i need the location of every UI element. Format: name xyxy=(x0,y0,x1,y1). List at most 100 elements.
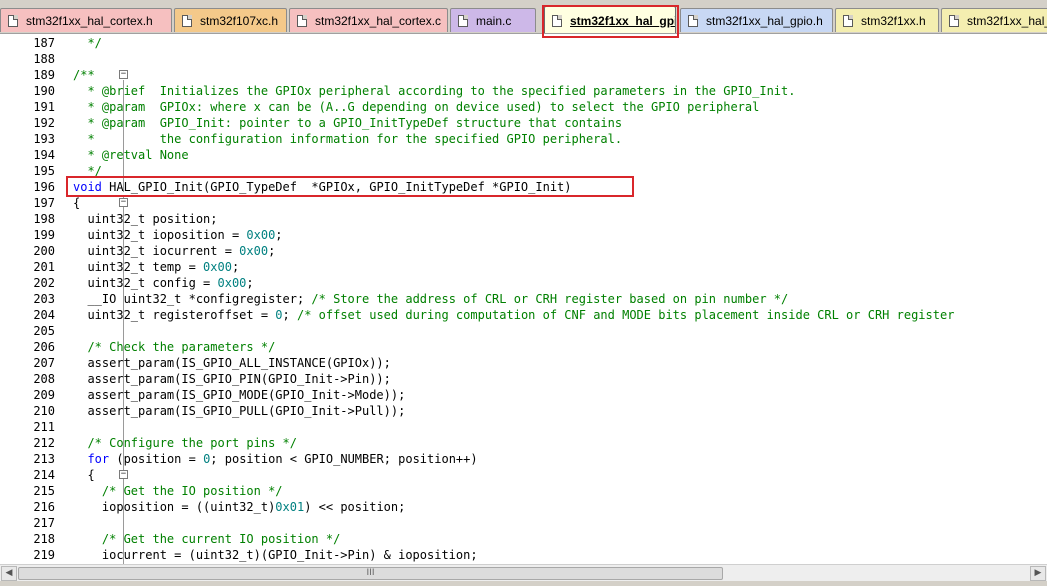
code-token: assert_param(IS_GPIO_ALL_INSTANCE(GPIOx)… xyxy=(73,356,391,370)
editor-tab[interactable]: stm32f1xx.h xyxy=(835,8,939,32)
code-text[interactable]: ioposition = ((uint32_t)0x01) << positio… xyxy=(73,499,405,515)
line-number: 210 xyxy=(33,404,55,418)
code-text[interactable]: /* Get the IO position */ xyxy=(73,483,283,499)
line-number: 198 xyxy=(33,212,55,226)
code-line: 212 /* Configure the port pins */ xyxy=(0,435,1047,451)
code-comment: /* Store the address of CRL or CRH regis… xyxy=(311,292,789,306)
code-text[interactable]: /* Configure the port pins */ xyxy=(73,435,297,451)
code-line: 215 /* Get the IO position */ xyxy=(0,483,1047,499)
code-text[interactable]: */ xyxy=(73,35,101,51)
line-number: 200 xyxy=(33,244,55,258)
line-number: 190 xyxy=(33,84,55,98)
code-text[interactable]: uint32_t config = 0x00; xyxy=(73,275,253,291)
line-number: 216 xyxy=(33,500,55,514)
code-text[interactable]: */ xyxy=(73,163,101,179)
scroll-right-icon[interactable]: ▶ xyxy=(1030,566,1046,581)
line-number: 192 xyxy=(33,116,55,130)
code-text[interactable]: uint32_t registeroffset = 0; /* offset u… xyxy=(73,307,954,323)
code-line: 205 xyxy=(0,323,1047,339)
editor-tab[interactable]: stm32f1xx_hal_cortex.c xyxy=(289,8,448,32)
code-text[interactable]: iocurrent = (uint32_t)(GPIO_Init->Pin) &… xyxy=(73,547,478,563)
code-text[interactable]: /** xyxy=(73,67,95,83)
line-number: 214 xyxy=(33,468,55,482)
code-comment: /* Check the parameters */ xyxy=(73,340,276,354)
code-line: 203 __IO uint32_t *configregister; /* St… xyxy=(0,291,1047,307)
code-comment: /* Get the current IO position */ xyxy=(73,532,341,546)
horizontal-scrollbar[interactable]: ◀ III ▶ xyxy=(0,564,1047,581)
code-text[interactable]: * @retval None xyxy=(73,147,188,163)
code-number: 0x01 xyxy=(275,500,305,514)
line-number: 206 xyxy=(33,340,55,354)
editor-tab[interactable]: stm32f1xx_hal_gpio.h xyxy=(680,8,833,32)
code-line: 199 uint32_t ioposition = 0x00; xyxy=(0,227,1047,243)
file-icon xyxy=(458,14,468,27)
line-number: 202 xyxy=(33,276,55,290)
code-text[interactable]: /* Get the current IO position */ xyxy=(73,531,340,547)
code-line: 188 xyxy=(0,51,1047,67)
code-text[interactable]: assert_param(IS_GPIO_PIN(GPIO_Init->Pin)… xyxy=(73,371,390,387)
code-text[interactable]: { xyxy=(73,467,95,483)
editor-tab[interactable]: stm32f107xc.h xyxy=(174,8,287,32)
code-text[interactable]: uint32_t position; xyxy=(73,211,218,227)
line-number: 201 xyxy=(33,260,55,274)
code-line: 197 { xyxy=(0,195,1047,211)
code-comment: /* Configure the port pins */ xyxy=(73,436,297,450)
file-icon xyxy=(182,14,192,27)
code-line: 204 uint32_t registeroffset = 0; /* offs… xyxy=(0,307,1047,323)
code-text[interactable]: * @param GPIOx: where x can be (A..G dep… xyxy=(73,99,759,115)
code-text[interactable]: * the configuration information for the … xyxy=(73,131,622,147)
code-line: 214 { xyxy=(0,467,1047,483)
line-number: 209 xyxy=(33,388,55,402)
scroll-left-icon[interactable]: ◀ xyxy=(1,566,17,581)
code-text[interactable]: { xyxy=(73,195,80,211)
code-token: __IO uint32_t *configregister; xyxy=(73,292,312,306)
code-text[interactable]: * @brief Initializes the GPIOx periphera… xyxy=(73,83,795,99)
code-text[interactable]: void HAL_GPIO_Init(GPIO_TypeDef *GPIOx, … xyxy=(73,179,572,195)
tab-label: stm32f1xx_hal_gpio.c xyxy=(570,13,675,28)
line-number: 207 xyxy=(33,356,55,370)
code-line: 190 * @brief Initializes the GPIOx perip… xyxy=(0,83,1047,99)
editor-tab-bar: stm32f1xx_hal_cortex.h stm32f107xc.h stm32… xyxy=(0,0,1047,34)
line-number: 194 xyxy=(33,148,55,162)
code-token: uint32_t config = xyxy=(73,276,218,290)
code-line: 211 xyxy=(0,419,1047,435)
line-number: 199 xyxy=(33,228,55,242)
code-token: (position = xyxy=(109,452,204,466)
code-token: ; xyxy=(268,244,276,258)
code-line: 213 for (position = 0; position < GPIO_N… xyxy=(0,451,1047,467)
editor-tab[interactable]: stm32f1xx_hal_cortex.h xyxy=(0,8,172,32)
code-text[interactable]: assert_param(IS_GPIO_MODE(GPIO_Init->Mod… xyxy=(73,387,405,403)
code-text[interactable]: uint32_t temp = 0x00; xyxy=(73,259,239,275)
code-text[interactable]: assert_param(IS_GPIO_PULL(GPIO_Init->Pul… xyxy=(73,403,405,419)
code-text[interactable]: uint32_t iocurrent = 0x00; xyxy=(73,243,275,259)
code-text[interactable]: __IO uint32_t *configregister; /* Store … xyxy=(73,291,788,307)
code-text[interactable]: /* Check the parameters */ xyxy=(73,339,275,355)
line-number: 204 xyxy=(33,308,55,322)
code-line: 196 void HAL_GPIO_Init(GPIO_TypeDef *GPIO… xyxy=(0,179,1047,195)
code-line: 195 */ xyxy=(0,163,1047,179)
editor-tab[interactable]: stm32f1xx_hal_gpio.c xyxy=(544,6,676,33)
code-token: ; xyxy=(282,308,297,322)
code-text[interactable]: for (position = 0; position < GPIO_NUMBE… xyxy=(73,451,477,467)
code-line: 202 uint32_t config = 0x00; xyxy=(0,275,1047,291)
code-text[interactable]: * @param GPIO_Init: pointer to a GPIO_In… xyxy=(73,115,622,131)
code-line: 218 /* Get the current IO position */ xyxy=(0,531,1047,547)
code-comment: * @param GPIOx: where x can be (A..G dep… xyxy=(73,100,760,114)
editor-tab[interactable]: main.c xyxy=(450,8,536,32)
code-text[interactable]: uint32_t ioposition = 0x00; xyxy=(73,227,283,243)
line-number: 203 xyxy=(33,292,55,306)
file-icon xyxy=(8,14,18,27)
code-token: uint32_t ioposition = xyxy=(73,228,247,242)
tab-label: stm32f1xx.h xyxy=(861,13,926,28)
code-token: uint32_t position; xyxy=(73,212,218,226)
scrollbar-thumb[interactable]: III xyxy=(18,567,723,580)
code-line: 192 * @param GPIO_Init: pointer to a GPI… xyxy=(0,115,1047,131)
editor-tab[interactable]: stm32f1xx_hal_conf xyxy=(941,8,1047,32)
file-icon xyxy=(552,14,562,27)
code-text[interactable]: assert_param(IS_GPIO_ALL_INSTANCE(GPIOx)… xyxy=(73,355,391,371)
code-token: { xyxy=(73,468,95,482)
code-token: assert_param(IS_GPIO_MODE(GPIO_Init->Mod… xyxy=(73,388,406,402)
code-token: ; xyxy=(275,228,283,242)
code-editor[interactable]: − − − 187 */188 189/** 190 * @brief Initia… xyxy=(0,34,1047,564)
